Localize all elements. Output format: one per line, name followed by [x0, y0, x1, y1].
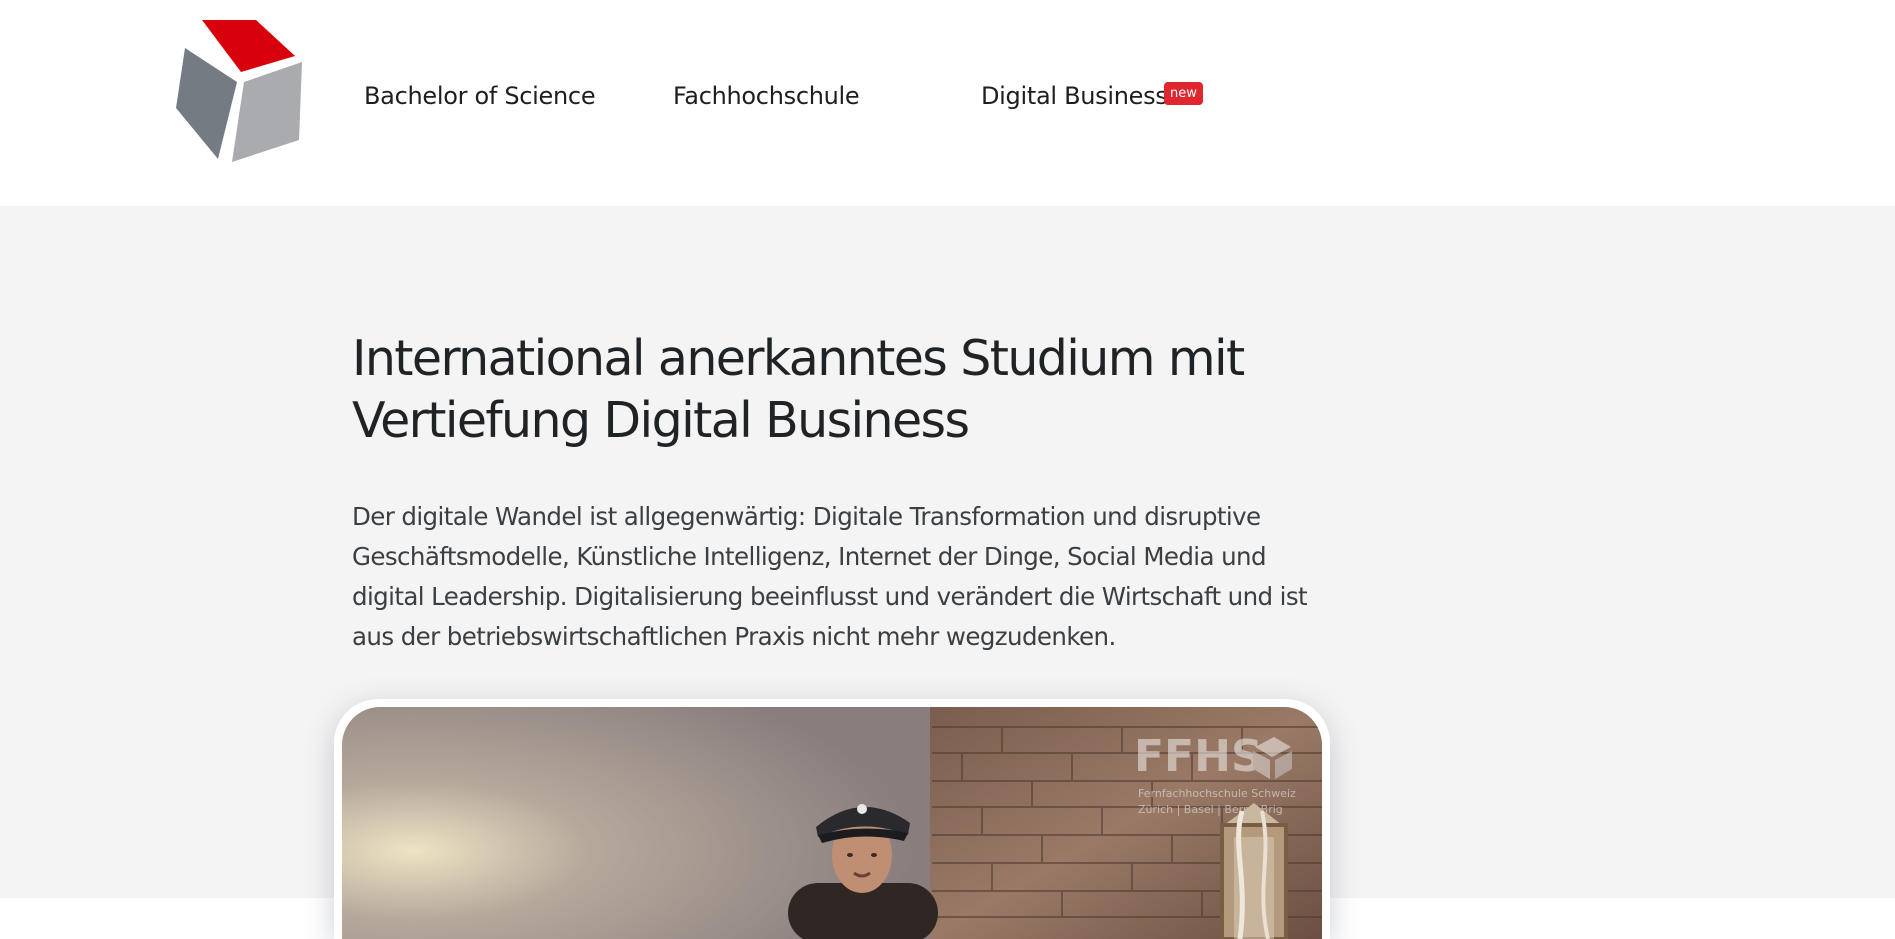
video-card: FFHS Fernfachhochschule Schweiz Zürich |…	[334, 699, 1330, 939]
cube-logo[interactable]	[170, 16, 320, 166]
nav-digital-business[interactable]: Digital Business	[981, 82, 1168, 110]
hero-body-text: Der digitale Wandel ist allgegenwärtig: …	[352, 502, 1308, 651]
watermark-title: FFHS	[1134, 731, 1263, 782]
lantern	[1220, 803, 1288, 939]
nav-fachhochschule[interactable]: Fachhochschule	[673, 82, 860, 110]
hero-title: International anerkanntes Studium mit Ve…	[352, 330, 1245, 449]
cube-top-face	[202, 20, 295, 72]
new-badge: new	[1164, 82, 1203, 105]
video-player[interactable]: FFHS Fernfachhochschule Schweiz Zürich |…	[342, 707, 1322, 939]
cube-right-face	[232, 62, 302, 162]
video-thumbnail: FFHS Fernfachhochschule Schweiz Zürich |…	[342, 707, 1322, 939]
watermark-subtitle: Fernfachhochschule Schweiz	[1138, 787, 1296, 800]
cube-left-face	[176, 48, 237, 159]
site-header: Bachelor of Science Fachhochschule Digit…	[0, 0, 1895, 206]
nav-bachelor-of-science[interactable]: Bachelor of Science	[364, 82, 596, 110]
